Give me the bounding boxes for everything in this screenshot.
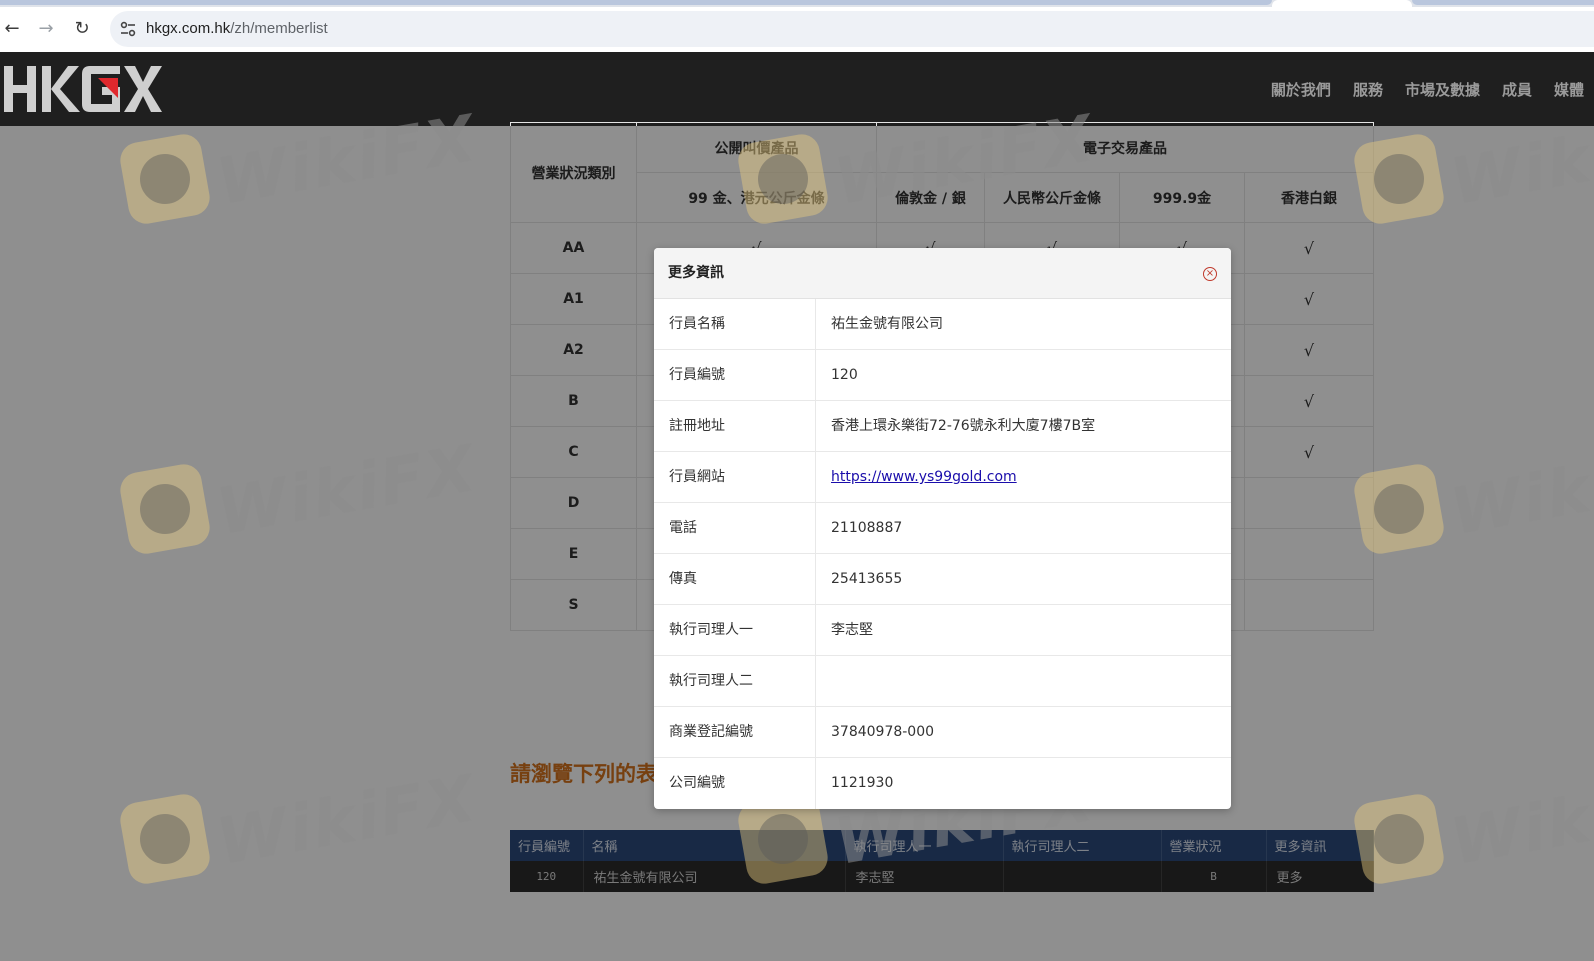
tab-inactive[interactable] <box>0 0 1272 5</box>
tab-inactive-2[interactable] <box>1412 0 1594 5</box>
info-value: 李志堅 <box>831 622 873 638</box>
modal-header: 更多資訊 × <box>654 248 1231 299</box>
info-label: 公司編號 <box>654 758 816 809</box>
url-omnibox[interactable]: hkgx.com.hk/zh/memberlist <box>110 11 1594 47</box>
info-label: 商業登記編號 <box>654 707 816 757</box>
url-host: hkgx.com.hk <box>146 20 231 37</box>
info-label: 電話 <box>654 503 816 553</box>
more-info-modal: 更多資訊 × 行員名稱 祐生金號有限公司 行員編號 120 註冊地址 香港上環永… <box>654 248 1231 809</box>
info-label: 執行司理人一 <box>654 605 816 655</box>
info-row: 電話 21108887 <box>654 503 1231 554</box>
info-value: 37840978-000 <box>831 724 935 740</box>
info-value: 祐生金號有限公司 <box>831 316 943 332</box>
hkgx-logo[interactable] <box>2 62 162 116</box>
nav-services[interactable]: 服務 <box>1353 79 1383 100</box>
url-text: hkgx.com.hk/zh/memberlist <box>146 11 328 47</box>
nav-members[interactable]: 成員 <box>1502 79 1532 100</box>
info-row: 商業登記編號 37840978-000 <box>654 707 1231 758</box>
info-label: 行員網站 <box>654 452 816 502</box>
address-bar-area: ← → ↻ hkgx.com.hk/zh/memberlist <box>0 7 1594 52</box>
info-row: 執行司理人一 李志堅 <box>654 605 1231 656</box>
forward-arrow-icon[interactable]: → <box>34 17 58 41</box>
close-icon[interactable]: × <box>1203 267 1217 281</box>
info-row: 行員編號 120 <box>654 350 1231 401</box>
info-row: 行員名稱 祐生金號有限公司 <box>654 299 1231 350</box>
url-path: /zh/memberlist <box>230 20 328 37</box>
site-header: 關於我們 服務 市場及數據 成員 媒體 <box>0 52 1594 126</box>
info-value: https://www.ys99gold.com <box>816 452 1231 502</box>
tab-strip <box>0 0 1594 10</box>
info-label: 行員編號 <box>654 350 816 400</box>
info-label: 行員名稱 <box>654 299 816 349</box>
top-nav: 關於我們 服務 市場及數據 成員 媒體 <box>1249 52 1584 126</box>
info-row: 執行司理人二 <box>654 656 1231 707</box>
info-value: 1121930 <box>831 775 894 791</box>
reload-icon[interactable]: ↻ <box>70 17 94 41</box>
website-link[interactable]: https://www.ys99gold.com <box>831 469 1017 485</box>
info-label: 註冊地址 <box>654 401 816 451</box>
info-label: 傳真 <box>654 554 816 604</box>
info-row: 傳真 25413655 <box>654 554 1231 605</box>
info-row: 行員網站 https://www.ys99gold.com <box>654 452 1231 503</box>
nav-about[interactable]: 關於我們 <box>1271 79 1331 100</box>
info-value: 25413655 <box>831 571 903 587</box>
info-value: 120 <box>831 367 858 383</box>
modal-title: 更多資訊 <box>668 265 724 281</box>
info-row: 註冊地址 香港上環永樂街72-76號永利大廈7樓7B室 <box>654 401 1231 452</box>
back-arrow-icon[interactable]: ← <box>0 17 24 41</box>
info-value <box>816 656 1231 706</box>
info-value: 21108887 <box>831 520 903 536</box>
nav-market-data[interactable]: 市場及數據 <box>1405 79 1480 100</box>
info-row: 公司編號 1121930 <box>654 758 1231 809</box>
info-label: 執行司理人二 <box>654 656 816 706</box>
nav-media[interactable]: 媒體 <box>1554 79 1584 100</box>
info-value: 香港上環永樂街72-76號永利大廈7樓7B室 <box>831 418 1096 434</box>
site-settings-icon[interactable] <box>118 19 138 39</box>
